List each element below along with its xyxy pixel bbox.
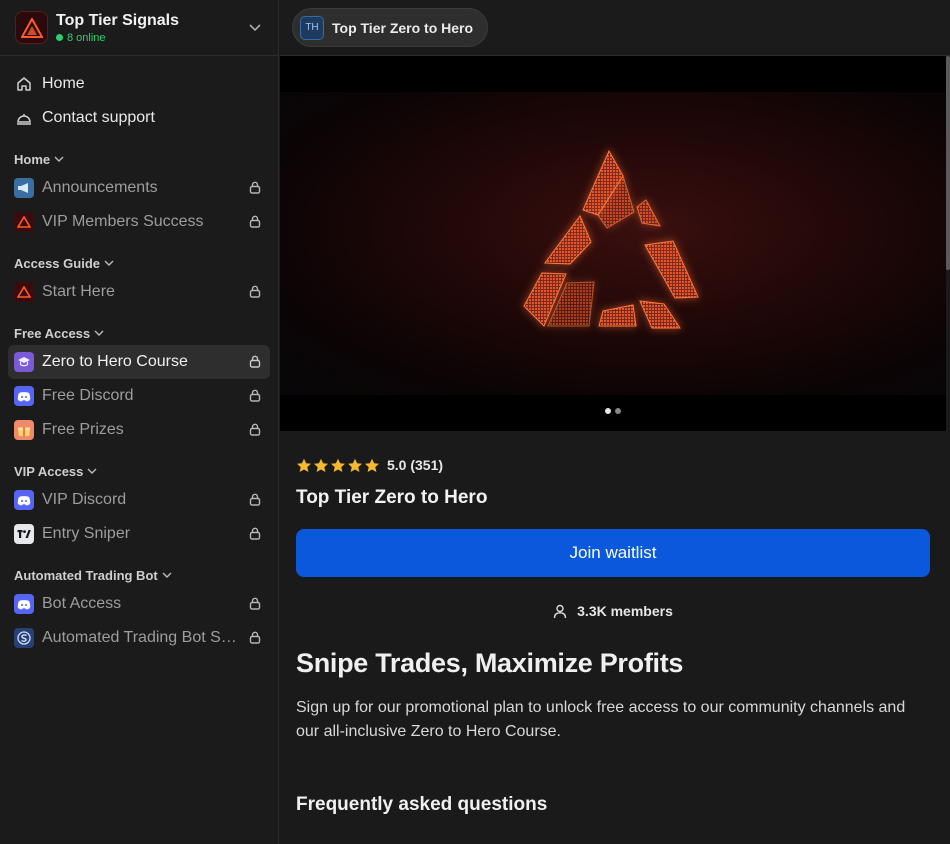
star-icon [348,458,362,472]
lock-icon [249,597,261,610]
product-description: Sign up for our promotional plan to unlo… [296,699,906,740]
chevron-down-icon [162,572,172,578]
section-vip-access[interactable]: VIP Access [0,447,278,483]
chevron-down-icon [94,330,104,336]
chevron-down-icon[interactable] [246,19,264,37]
chevron-down-icon [104,260,114,266]
product-headline: Snipe Trades, Maximize Profits [296,648,684,678]
rating-text: 5.0 (351) [387,457,444,473]
hero-image [280,92,946,395]
channel-start-here[interactable]: Start Here [8,275,270,309]
channel-free-discord[interactable]: Free Discord [8,379,270,413]
member-count: 3.3K members [296,601,930,621]
sidebar: Top Tier Signals 8 online Home Contact s… [0,0,279,844]
carousel-dot[interactable] [615,408,621,414]
tradingview-icon [14,524,34,544]
hero-carousel[interactable] [280,56,946,431]
nav-support-label: Contact support [42,109,155,126]
channel-automated-trading-bot-setup[interactable]: Automated Trading Bot Setup [8,621,270,655]
workspace-switcher[interactable]: Top Tier Signals 8 online [0,0,278,56]
channel-free-prizes[interactable]: Free Prizes [8,413,270,447]
gift-icon [14,420,34,440]
discord-icon [14,490,34,510]
chevron-down-icon [54,156,64,162]
star-icon [314,458,328,472]
bot-s-icon [14,628,34,648]
workspace-name: Top Tier Signals [56,11,179,29]
lock-icon [249,631,261,644]
discord-icon [14,386,34,406]
lock-icon [249,423,261,436]
faq-heading: Frequently asked questions [296,794,548,815]
product-title: Top Tier Zero to Hero [296,487,488,508]
lock-icon [249,181,261,194]
product-tab-pill[interactable]: TH Top Tier Zero to Hero [292,8,489,47]
star-icon [297,458,311,472]
megaphone-icon [14,178,34,198]
lock-icon [249,215,261,228]
nav-home-label: Home [42,75,85,92]
star-icon [331,458,345,472]
service-bell-icon [17,114,31,125]
nav-home[interactable]: Home [0,67,278,101]
carousel-dots [280,408,946,414]
person-icon [553,604,567,618]
rating: 5.0 (351) [296,457,930,473]
graduation-cap-icon [14,352,34,372]
product-avatar: TH [300,15,324,40]
channel-entry-sniper[interactable]: Entry Sniper [8,517,270,551]
channel-bot-access[interactable]: Bot Access [8,587,270,621]
product-tab-title: Top Tier Zero to Hero [332,19,474,36]
section-automated-trading-bot[interactable]: Automated Trading Bot [0,551,278,587]
brand-logo-icon [14,212,34,232]
carousel-dot[interactable] [605,408,611,414]
lock-icon [249,527,261,540]
top-bar: TH Top Tier Zero to Hero [280,0,950,56]
section-home[interactable]: Home [0,135,278,171]
brand-logo-icon [14,282,34,302]
lock-icon [249,493,261,506]
join-waitlist-button[interactable]: Join waitlist [296,529,930,577]
workspace-logo-icon [15,11,48,44]
chevron-down-icon [87,468,97,474]
lock-icon [249,285,261,298]
channel-zero-to-hero-course[interactable]: Zero to Hero Course [8,345,270,379]
home-icon [17,77,31,91]
channel-vip-members-success[interactable]: VIP Members Success [8,205,270,239]
star-icon [365,458,379,472]
product-page: 5.0 (351) Top Tier Zero to Hero Join wai… [280,56,946,844]
online-dot-icon [56,34,63,41]
discord-icon [14,594,34,614]
section-access-guide[interactable]: Access Guide [0,239,278,275]
online-count: 8 online [56,31,246,45]
channel-vip-discord[interactable]: VIP Discord [8,483,270,517]
lock-icon [249,355,261,368]
channel-announcements[interactable]: Announcements [8,171,270,205]
lock-icon [249,389,261,402]
section-free-access[interactable]: Free Access [0,309,278,345]
brand-logo-graphic [523,149,699,329]
star-rating [296,458,380,473]
main-scrollbar[interactable] [946,56,950,270]
nav-contact-support[interactable]: Contact support [0,101,278,135]
